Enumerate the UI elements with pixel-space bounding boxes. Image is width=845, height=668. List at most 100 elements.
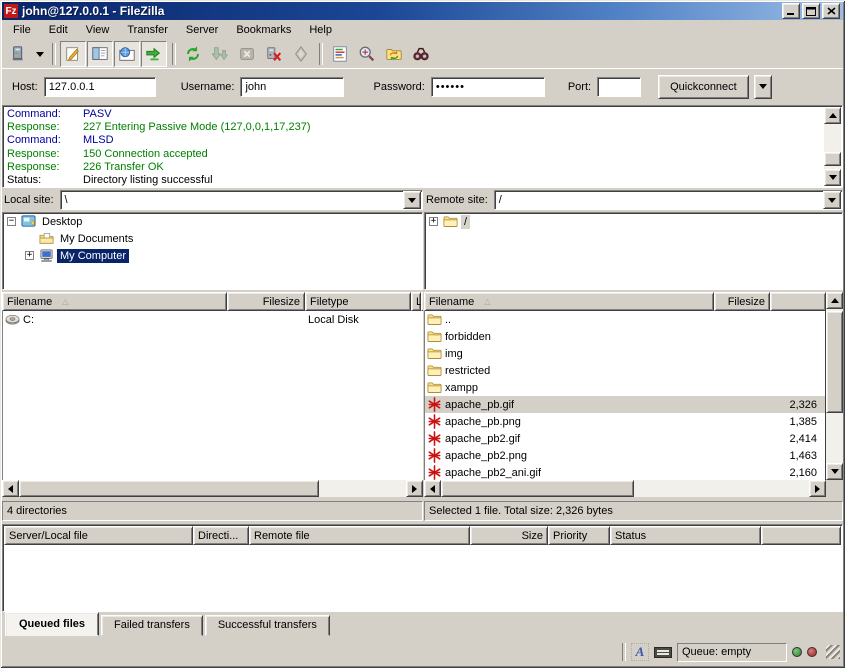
column-header-server-local-file[interactable]: Server/Local file bbox=[4, 526, 193, 545]
apache-icon bbox=[427, 397, 442, 412]
speed-limits-icon[interactable] bbox=[654, 647, 672, 658]
disconnect-button[interactable] bbox=[261, 41, 287, 67]
local-hscrollbar-thumb[interactable] bbox=[19, 480, 319, 497]
expand-icon[interactable]: + bbox=[25, 251, 34, 260]
menu-item-transfer[interactable]: Transfer bbox=[118, 22, 177, 38]
local-site-dropdown-icon[interactable] bbox=[403, 191, 421, 209]
menu-item-bookmarks[interactable]: Bookmarks bbox=[227, 22, 300, 38]
column-header-l[interactable]: L bbox=[411, 292, 421, 311]
scroll-up-icon[interactable] bbox=[826, 292, 843, 309]
menu-item-help[interactable]: Help bbox=[300, 22, 341, 38]
ascii-data-type-icon[interactable]: A bbox=[631, 643, 649, 661]
synchronized-browsing-button[interactable] bbox=[381, 41, 407, 67]
file-row-xampp[interactable]: xampp bbox=[425, 379, 825, 396]
file-row-restricted[interactable]: restricted bbox=[425, 362, 825, 379]
log-scrollbar[interactable] bbox=[824, 107, 841, 186]
menu-item-file[interactable]: File bbox=[4, 22, 40, 38]
tab-queued-files[interactable]: Queued files bbox=[5, 612, 99, 636]
username-input[interactable] bbox=[240, 77, 344, 97]
scroll-down-icon[interactable] bbox=[824, 169, 841, 186]
menu-item-view[interactable]: View bbox=[77, 22, 119, 38]
column-header-label: Filename bbox=[429, 296, 474, 308]
column-header-filesize[interactable]: Filesize bbox=[227, 292, 305, 311]
quickconnect-button[interactable]: Quickconnect bbox=[658, 75, 749, 99]
log-line-label: Command: bbox=[7, 134, 83, 147]
column-header-priority[interactable]: Priority bbox=[548, 526, 610, 545]
remote-vscrollbar-thumb[interactable] bbox=[826, 311, 843, 413]
file-row-apache-pb-gif[interactable]: apache_pb.gif2,326 bbox=[425, 396, 825, 413]
remote-hscrollbar[interactable] bbox=[424, 480, 826, 497]
toggle-local-tree-button[interactable] bbox=[87, 41, 113, 67]
scroll-down-icon[interactable] bbox=[826, 463, 843, 480]
log-line-text: MLSD bbox=[83, 134, 114, 147]
directory-comparison-button[interactable] bbox=[354, 41, 380, 67]
file-row-apache-pb-png[interactable]: apache_pb.png1,385 bbox=[425, 413, 825, 430]
menu-item-edit[interactable]: Edit bbox=[40, 22, 77, 38]
password-input[interactable] bbox=[431, 77, 545, 97]
toggle-transfer-queue-button[interactable] bbox=[141, 41, 167, 67]
minimize-button[interactable] bbox=[782, 3, 800, 19]
column-header-remote-file[interactable]: Remote file bbox=[249, 526, 470, 545]
filename-filters-button[interactable] bbox=[327, 41, 353, 67]
host-input[interactable] bbox=[44, 77, 156, 97]
file-row-apache-pb2-ani-gif[interactable]: apache_pb2_ani.gif2,160 bbox=[425, 464, 825, 480]
column-header-status[interactable]: Status bbox=[610, 526, 761, 545]
column-header-filetype[interactable]: Filetype bbox=[305, 292, 411, 311]
scroll-right-icon[interactable] bbox=[809, 480, 826, 497]
refresh-button[interactable] bbox=[180, 41, 206, 67]
local-status-text: 4 directories bbox=[7, 505, 67, 517]
column-header-filesize[interactable]: Filesize bbox=[714, 292, 770, 311]
scroll-left-icon[interactable] bbox=[424, 480, 441, 497]
column-header-filename[interactable]: Filename△ bbox=[2, 292, 227, 311]
tab-failed-transfers[interactable]: Failed transfers bbox=[101, 615, 203, 636]
file-row-c[interactable]: C:Local Disk bbox=[3, 311, 422, 328]
local-site-combobox[interactable]: \ bbox=[60, 190, 423, 210]
remote-status-text: Selected 1 file. Total size: 2,326 bytes bbox=[429, 505, 613, 517]
tab-successful-transfers[interactable]: Successful transfers bbox=[205, 615, 330, 636]
remote-vscrollbar[interactable] bbox=[826, 292, 843, 480]
log-scrollbar-thumb[interactable] bbox=[824, 152, 841, 166]
column-header-directi[interactable]: Directi... bbox=[193, 526, 249, 545]
expand-icon[interactable]: + bbox=[429, 217, 438, 226]
quickconnect-dropdown-button[interactable] bbox=[754, 75, 772, 99]
site-manager-button[interactable] bbox=[6, 41, 32, 67]
folder-icon bbox=[427, 346, 442, 361]
filezilla-window: Fz john@127.0.0.1 - FileZilla FileEditVi… bbox=[0, 0, 845, 668]
maximize-button[interactable] bbox=[802, 3, 820, 19]
tree-item-my-computer[interactable]: +My Computer bbox=[3, 247, 422, 264]
scroll-right-icon[interactable] bbox=[406, 480, 423, 497]
directory-comparison-icon bbox=[358, 45, 376, 63]
scroll-left-icon[interactable] bbox=[2, 480, 19, 497]
file-row-apache-pb2-gif[interactable]: apache_pb2.gif2,414 bbox=[425, 430, 825, 447]
toggle-message-log-button[interactable] bbox=[60, 41, 86, 67]
filesize-cell: 2,414 bbox=[715, 433, 825, 445]
scroll-up-icon[interactable] bbox=[824, 107, 841, 124]
file-row-apache-pb2-png[interactable]: apache_pb2.png1,463 bbox=[425, 447, 825, 464]
find-files-button[interactable] bbox=[408, 41, 434, 67]
file-row-img[interactable]: img bbox=[425, 345, 825, 362]
menu-item-server[interactable]: Server bbox=[177, 22, 227, 38]
resize-grip[interactable] bbox=[826, 645, 840, 659]
site-manager-dropdown-icon[interactable] bbox=[33, 43, 46, 65]
port-input[interactable] bbox=[597, 77, 641, 97]
file-row-[interactable]: .. bbox=[425, 311, 825, 328]
toggle-remote-tree-button[interactable] bbox=[114, 41, 140, 67]
tree-item-[interactable]: +/ bbox=[425, 213, 842, 230]
remote-site-combobox[interactable]: / bbox=[494, 190, 843, 210]
process-queue-button[interactable] bbox=[207, 41, 233, 67]
local-hscrollbar[interactable] bbox=[2, 480, 423, 497]
reconnect-button[interactable] bbox=[288, 41, 314, 67]
collapse-icon[interactable]: − bbox=[7, 217, 16, 226]
column-header-size[interactable]: Size bbox=[470, 526, 548, 545]
column-header-label: Size bbox=[522, 530, 543, 542]
cancel-operation-button[interactable] bbox=[234, 41, 260, 67]
log-line: Response:227 Entering Passive Mode (127,… bbox=[7, 121, 822, 134]
remote-site-dropdown-icon[interactable] bbox=[823, 191, 841, 209]
close-button[interactable] bbox=[822, 3, 840, 19]
tree-item-desktop[interactable]: −Desktop bbox=[3, 213, 422, 230]
file-row-forbidden[interactable]: forbidden bbox=[425, 328, 825, 345]
remote-hscrollbar-thumb[interactable] bbox=[441, 480, 634, 497]
tree-item-my-documents[interactable]: My Documents bbox=[3, 230, 422, 247]
column-header-filename[interactable]: Filename△ bbox=[424, 292, 714, 311]
log-line: Command:MLSD bbox=[7, 134, 822, 147]
